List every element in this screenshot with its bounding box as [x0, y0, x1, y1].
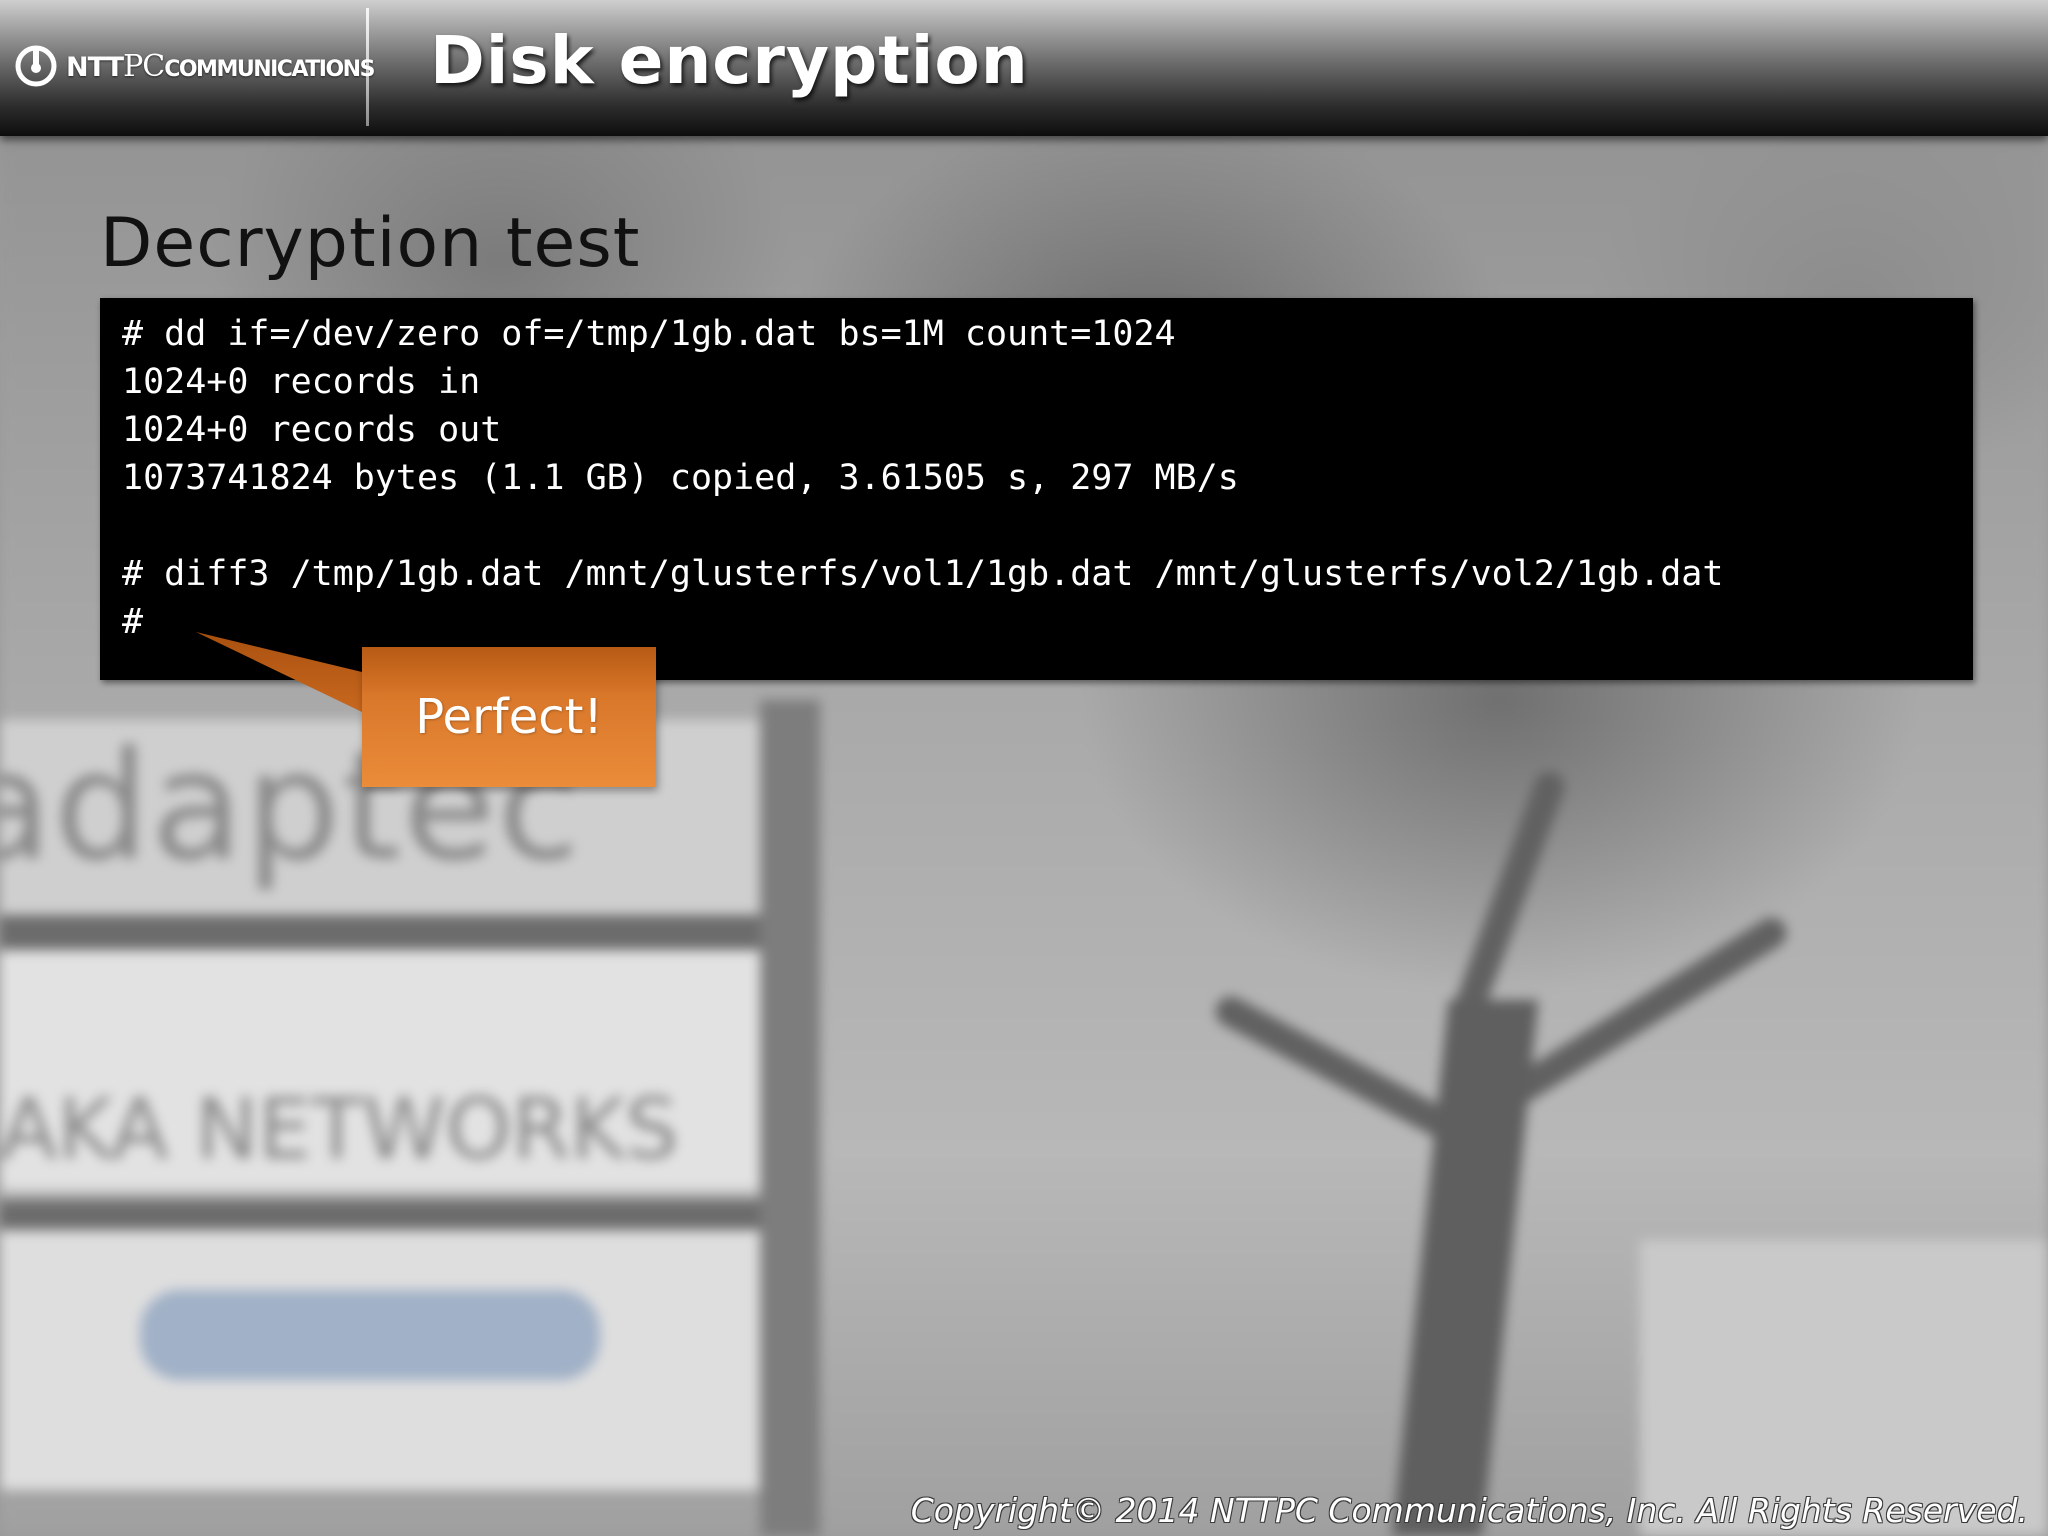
slide-header: NTTPCCOMMUNICATIONS Disk encryption	[0, 0, 2048, 136]
background-branch	[1451, 767, 1569, 1023]
section-heading: Decryption test	[100, 204, 641, 283]
terminal-line: # diff3 /tmp/1gb.dat /mnt/glusterfs/vol1…	[122, 554, 1724, 594]
background-sign-text: AKA NETWORKS	[0, 1080, 679, 1178]
background-pole	[760, 700, 820, 1536]
background-tree-trunk	[1391, 1000, 1539, 1536]
copyright-notice: Copyright© 2014 NTTPC Communications, In…	[910, 1491, 2028, 1530]
callout-box: Perfect!	[362, 647, 656, 787]
slide-title: Disk encryption	[430, 22, 1029, 99]
logo-communications: COMMUNICATIONS	[164, 56, 375, 82]
terminal-line: 1073741824 bytes (1.1 GB) copied, 3.6150…	[122, 458, 1239, 498]
terminal-output: # dd if=/dev/zero of=/tmp/1gb.dat bs=1M …	[100, 298, 1973, 680]
company-logo: NTTPCCOMMUNICATIONS	[14, 42, 375, 90]
callout-text: Perfect!	[415, 689, 603, 745]
ntt-logo-icon	[15, 45, 57, 87]
terminal-line: # dd if=/dev/zero of=/tmp/1gb.dat bs=1M …	[122, 314, 1176, 354]
logo-brand: NTT	[66, 51, 124, 83]
background-logo	[140, 1290, 600, 1380]
terminal-line: 1024+0 records in	[122, 362, 481, 402]
terminal-line: #	[122, 602, 144, 642]
terminal-line: 1024+0 records out	[122, 410, 502, 450]
logo-pc: PC	[123, 48, 165, 84]
header-divider	[366, 8, 369, 126]
company-logo-text: NTTPCCOMMUNICATIONS	[66, 48, 375, 84]
terminal-lines: # dd if=/dev/zero of=/tmp/1gb.dat bs=1M …	[122, 310, 1723, 646]
